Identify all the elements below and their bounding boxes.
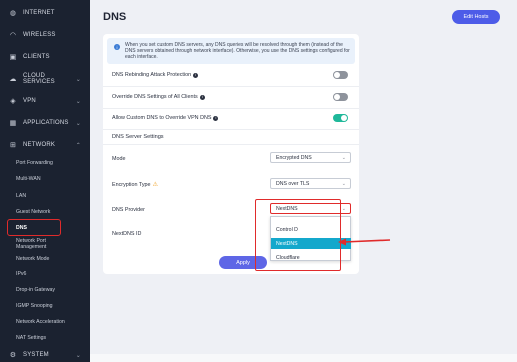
sidebar-item-cloud-services[interactable]: ☁ CLOUD SERVICES ⌄ (0, 68, 90, 90)
sidebar-item-label: APPLICATIONS (23, 120, 69, 126)
sidebar-subitem-guest-network[interactable]: Guest Network (16, 209, 50, 215)
main-content: DNS Edit Hosts i When you set custom DNS… (90, 0, 517, 362)
sidebar-item-label: CLIENTS (23, 54, 50, 60)
sidebar-item-applications[interactable]: ▦ APPLICATIONS ⌄ (0, 112, 90, 134)
cloud-icon: ☁ (9, 76, 17, 83)
network-icon: ⊞ (9, 142, 17, 149)
arrow-head (338, 238, 346, 246)
sidebar-subitem-multi-wan[interactable]: Multi-WAN (16, 176, 41, 182)
sidebar-item-label: VPN (23, 98, 36, 104)
gear-icon: ⚙ (9, 352, 17, 359)
sidebar: ◍ INTERNET ◠ WIRELESS ▣ CLIENTS ☁ CLOUD … (0, 0, 90, 362)
sidebar-subitem-network-mode[interactable]: Network Mode (16, 256, 49, 262)
sidebar-subitem-igmp-snooping[interactable]: IGMP Snooping (16, 303, 53, 309)
dns-highlight-box (7, 219, 61, 236)
apps-icon: ▦ (9, 120, 17, 127)
sidebar-item-label: INTERNET (23, 10, 55, 16)
sidebar-subitem-network-port-management[interactable]: Network Port Management (16, 238, 46, 250)
sidebar-subitem-drop-in-gateway[interactable]: Drop-in Gateway (16, 287, 55, 293)
globe-icon: ◍ (9, 10, 17, 17)
chevron-down-icon: ⌄ (75, 120, 81, 127)
sidebar-item-internet[interactable]: ◍ INTERNET (0, 2, 90, 24)
shield-icon: ◈ (10, 98, 16, 105)
sidebar-item-label: CLOUD SERVICES (23, 73, 55, 85)
chevron-down-icon: ⌄ (75, 76, 81, 83)
sidebar-subitem-network-acceleration[interactable]: Network Acceleration (16, 319, 65, 325)
sidebar-item-vpn[interactable]: ◈ VPN ⌄ (0, 90, 90, 112)
chevron-down-icon: ⌄ (75, 352, 81, 359)
chevron-down-icon: ⌄ (75, 98, 81, 105)
bottom-strip (90, 354, 517, 362)
arrow-line (343, 239, 391, 243)
wifi-icon: ◠ (9, 32, 17, 39)
sidebar-subitem-port-forwarding[interactable]: Port Forwarding (16, 160, 53, 166)
sidebar-subitem-ipv6[interactable]: IPv6 (16, 271, 26, 277)
sidebar-item-label: WIRELESS (23, 32, 56, 38)
sidebar-subitem-nat-settings[interactable]: NAT Settings (16, 335, 46, 341)
clients-icon: ▣ (9, 54, 17, 61)
sidebar-item-system[interactable]: ⚙ SYSTEM ⌄ (0, 344, 90, 362)
sidebar-subitem-lan[interactable]: LAN (16, 193, 26, 199)
sidebar-item-wireless[interactable]: ◠ WIRELESS (0, 24, 90, 46)
sidebar-item-label: SYSTEM (23, 352, 49, 358)
sidebar-item-network[interactable]: ⊞ NETWORK ⌃ (0, 134, 90, 156)
sidebar-item-clients[interactable]: ▣ CLIENTS (0, 46, 90, 68)
chevron-up-icon: ⌃ (75, 142, 81, 149)
sidebar-item-label: NETWORK (23, 142, 56, 148)
annotation-arrow (338, 238, 391, 246)
